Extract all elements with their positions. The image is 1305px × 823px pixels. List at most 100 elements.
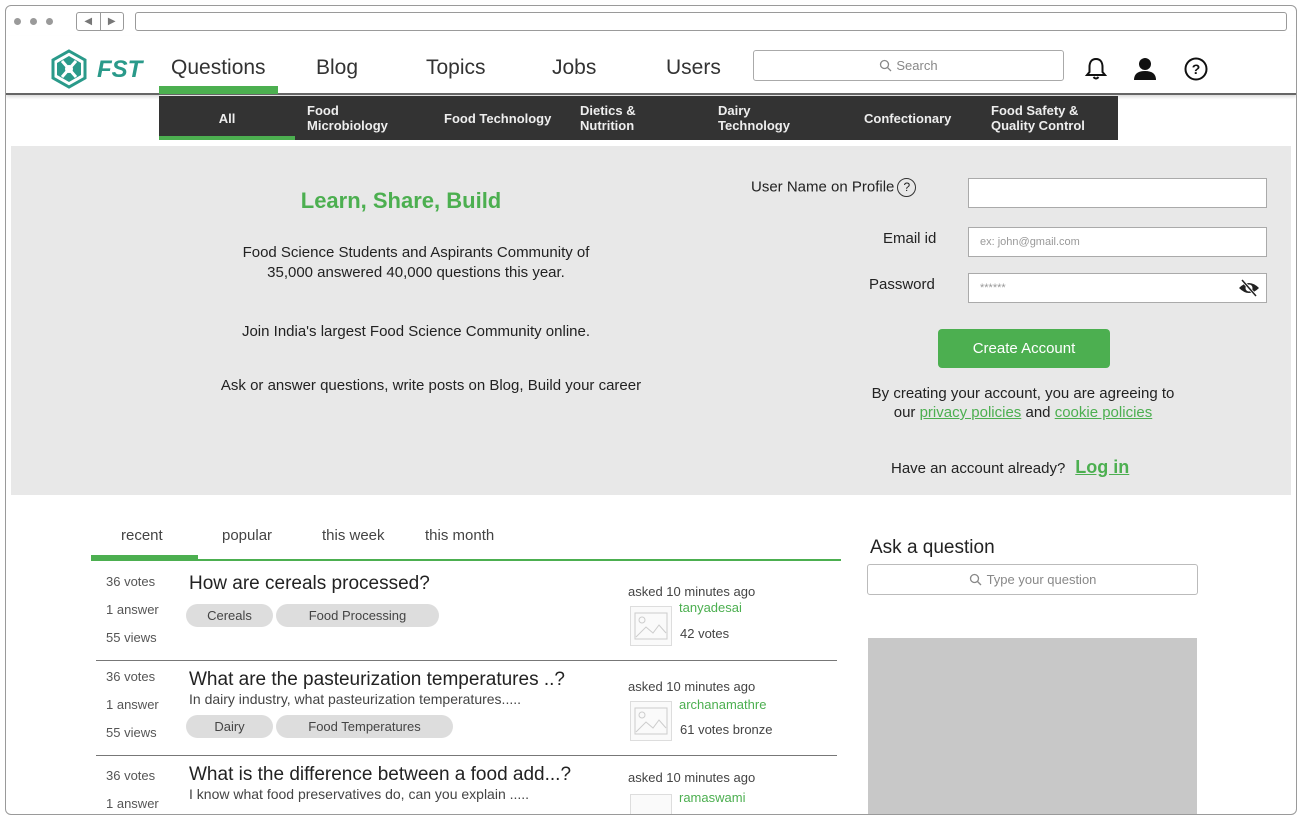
bell-icon[interactable] [1083,56,1109,82]
login-prompt: Have an account already? Log in [891,457,1129,478]
search-placeholder: Search [896,58,938,73]
agreement-line: By creating your account, you are agreei… [871,385,1175,402]
avatar[interactable] [630,606,672,646]
browser-chrome: ◀ ▶ [6,6,1296,36]
username-label-text: User Name on Profile [751,178,895,196]
user-name[interactable]: tanyadesai [679,600,742,615]
cookie-policy-link[interactable]: cookie policies [1055,404,1153,421]
agreement-text: By creating your account, you are agreei… [831,384,1215,422]
question-item[interactable]: 36 votes 1 answer 55 views What are the … [96,661,837,756]
window-dot[interactable] [14,18,21,25]
hero-line-4: Ask or answer questions, write posts on … [220,377,642,394]
category-food-safety[interactable]: Food Safety & Quality Control [991,96,1111,140]
logo-text[interactable]: FST [97,56,142,84]
nav-active-indicator [159,86,278,94]
category-dietics-nutrition[interactable]: Dietics & Nutrition [580,96,670,140]
category-confectionary[interactable]: Confectionary [864,96,974,140]
ask-question-placeholder: Type your question [986,572,1097,587]
question-excerpt: I know what food preservatives do, can y… [189,786,530,802]
user-name[interactable]: archanamathre [679,697,766,712]
svg-text:?: ? [1192,61,1201,77]
hero-line-2: 35,000 answered 40,000 questions this ye… [267,264,565,281]
back-icon[interactable]: ◀ [77,13,101,30]
tag[interactable]: Cereals [186,604,273,627]
create-account-button[interactable]: Create Account [938,329,1110,368]
question-tabs: recent popular this week this month [91,521,841,561]
question-votes: 36 votes [106,574,156,589]
password-field[interactable]: ****** [968,273,1267,303]
question-answers: 1 answer [106,796,159,811]
password-label: Password [869,276,935,293]
email-field[interactable]: ex: john@gmail.com [968,227,1267,257]
category-food-technology[interactable]: Food Technology [444,96,554,140]
ask-question-title: Ask a question [870,537,995,558]
category-active-indicator [159,136,295,140]
tab-this-month[interactable]: this month [425,527,494,544]
category-food-microbiology[interactable]: Food Microbiology [307,96,417,140]
window-dot[interactable] [30,18,37,25]
user-name[interactable]: ramaswami [679,790,745,805]
help-icon[interactable]: ? [1183,56,1209,82]
question-item[interactable]: 36 votes 1 answer What is the difference… [96,756,837,814]
ask-question-input[interactable]: Type your question [867,564,1198,595]
tag[interactable]: Food Temperatures [276,715,453,738]
category-bar: All Food Microbiology Food Technology Di… [159,96,1118,140]
tag[interactable]: Food Processing [276,604,439,627]
user-votes: 61 votes bronze [680,722,773,737]
category-all[interactable]: All [159,96,295,140]
search-input[interactable]: Search [753,50,1064,81]
image-placeholder-icon [634,707,668,735]
question-title[interactable]: What is the difference between a food ad… [189,764,571,786]
question-views: 55 views [106,630,157,645]
tab-this-week[interactable]: this week [322,527,385,544]
login-link[interactable]: Log in [1075,457,1129,477]
question-title[interactable]: How are cereals processed? [189,573,430,595]
nav-users[interactable]: Users [666,56,721,80]
email-label: Email id [883,230,937,247]
question-item[interactable]: 36 votes 1 answer 55 views How are cerea… [96,566,837,661]
nav-jobs[interactable]: Jobs [552,56,596,80]
tag[interactable]: Dairy [186,715,273,738]
forward-icon[interactable]: ▶ [101,13,124,30]
question-answers: 1 answer [106,602,159,617]
ad-placeholder [868,638,1197,814]
tab-popular[interactable]: popular [222,527,272,544]
have-account-text: Have an account already? [891,460,1066,477]
hero-line-3: Join India's largest Food Science Commun… [241,323,591,340]
help-icon[interactable]: ? [897,178,917,197]
category-dairy-technology[interactable]: Dairy Technology [718,96,808,140]
user-icon[interactable] [1132,56,1158,82]
asked-time: asked 10 minutes ago [628,584,756,599]
browser-nav-buttons: ◀ ▶ [76,12,124,31]
agreement-and: and [1025,404,1051,421]
privacy-policy-link[interactable]: privacy policies [920,404,1022,421]
question-title[interactable]: What are the pasteurization temperatures… [189,669,565,691]
nav-topics[interactable]: Topics [426,56,486,80]
avatar[interactable] [630,794,672,814]
username-label: User Name on Profile? [751,178,917,197]
browser-window: ◀ ▶ FST Questions Blog Topics Jobs Users… [5,5,1297,815]
search-icon [880,59,892,72]
eye-off-icon[interactable] [1238,278,1260,298]
hero-section: Learn, Share, Build Food Science Student… [11,146,1291,495]
question-votes: 36 votes [106,669,156,684]
fst-logo-icon[interactable] [51,49,87,89]
hero-title: Learn, Share, Build [300,188,502,213]
question-answers: 1 answer [106,697,159,712]
question-excerpt: In dairy industry, what pasteurization t… [189,691,522,707]
avatar[interactable] [630,701,672,741]
tab-active-indicator [91,555,198,561]
agreement-our: our [893,404,916,421]
username-field[interactable] [968,178,1267,208]
hero-line-1: Food Science Students and Aspirants Comm… [242,244,590,261]
user-votes: 42 votes [680,626,730,641]
image-placeholder-icon [634,612,668,640]
nav-blog[interactable]: Blog [316,56,358,80]
tab-recent[interactable]: recent [121,527,163,544]
window-dot[interactable] [46,18,53,25]
nav-questions[interactable]: Questions [171,56,266,80]
top-navigation: FST Questions Blog Topics Jobs Users Sea… [6,36,1296,95]
url-bar[interactable] [135,12,1287,31]
search-icon [969,573,982,586]
question-votes: 36 votes [106,768,156,783]
